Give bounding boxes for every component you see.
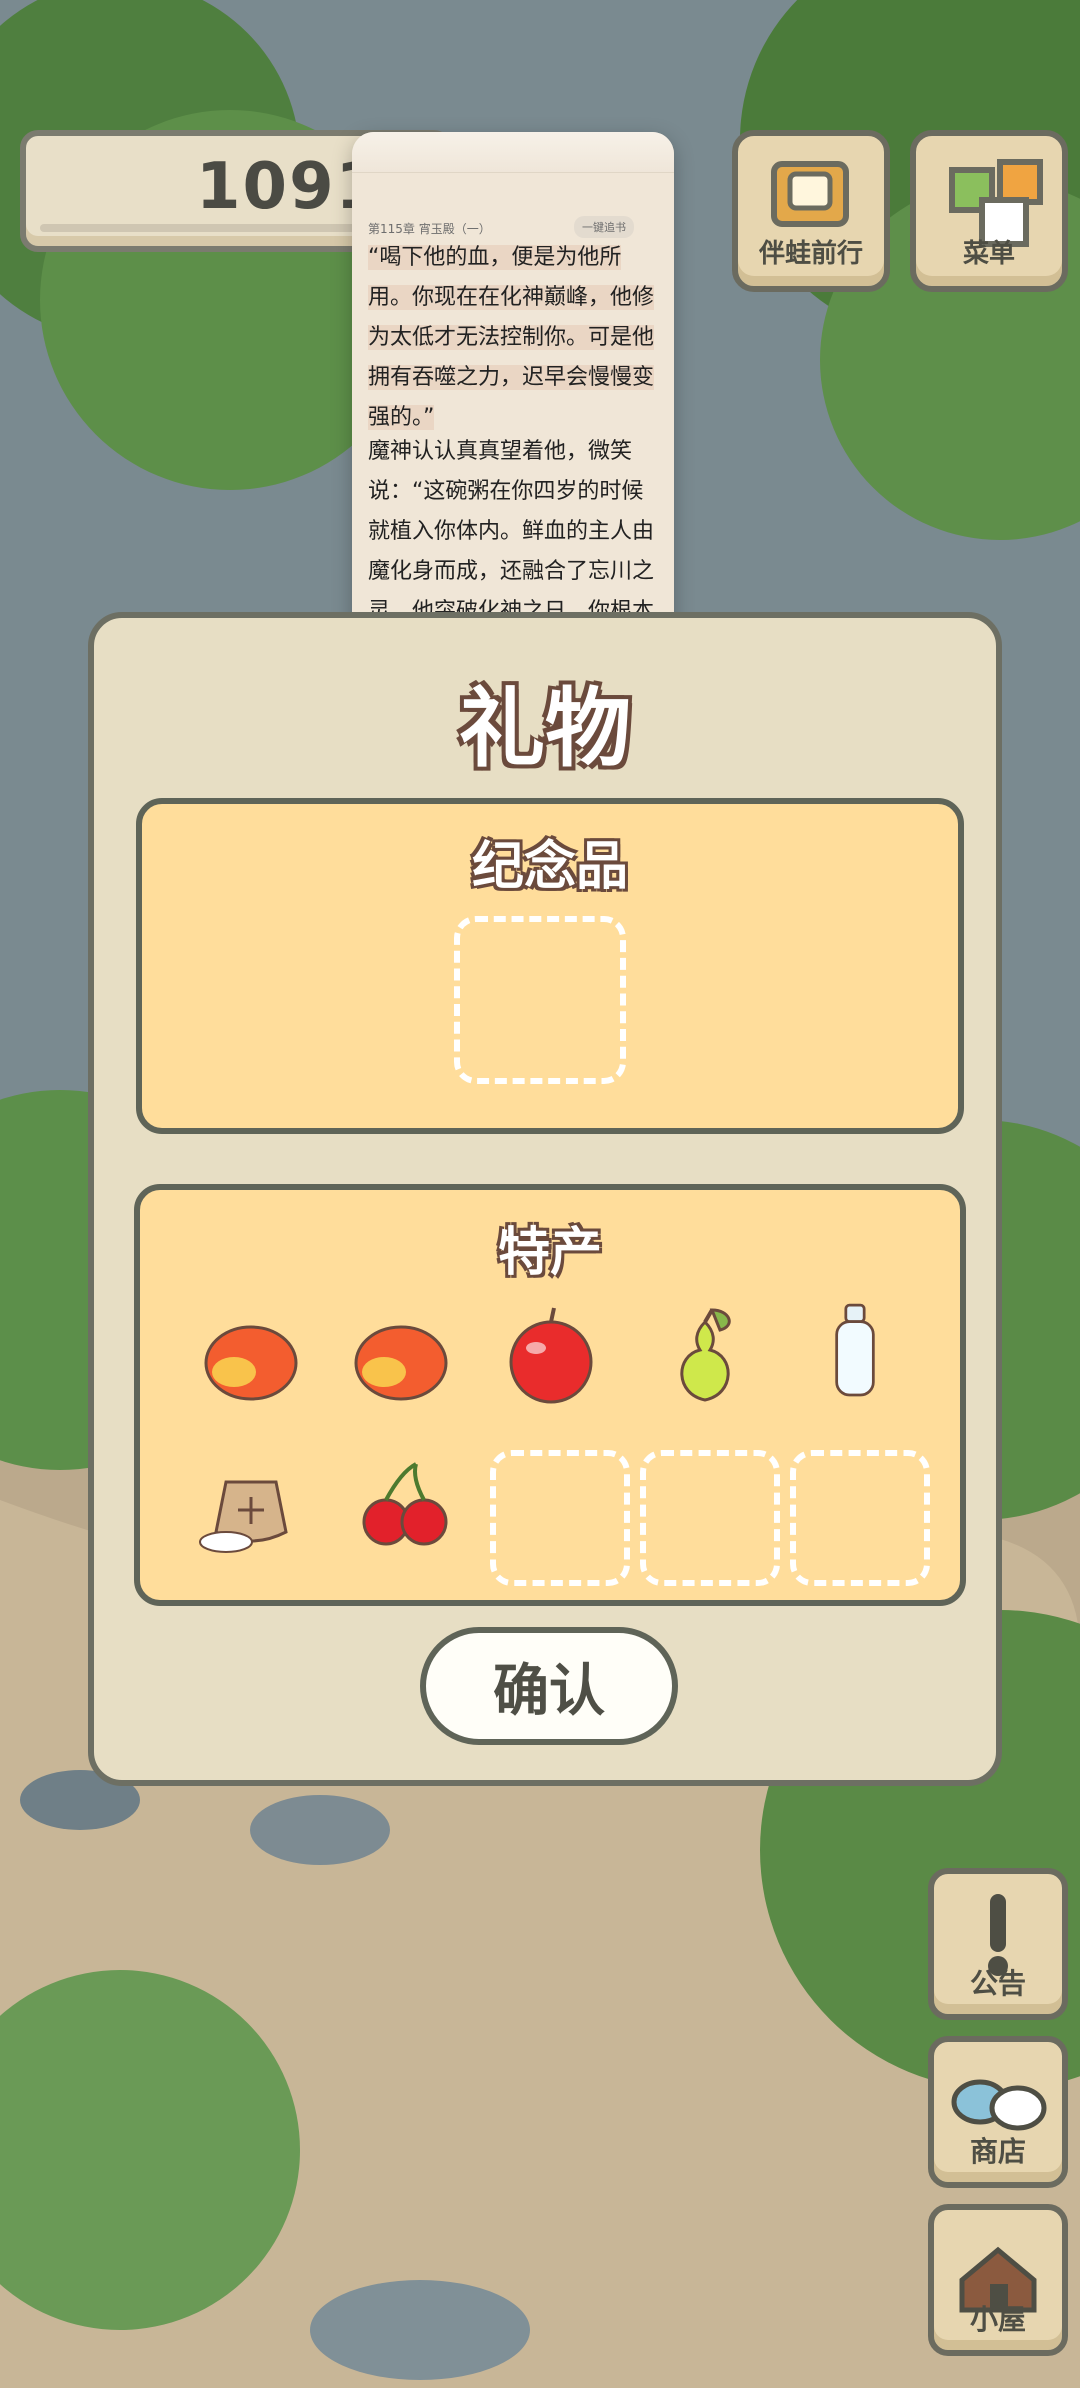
gift-title: 礼物 <box>459 679 631 779</box>
notice-label: 公告 <box>969 1967 1026 2000</box>
reader-paragraph-1: “喝下他的血，便是为他所用。你现在在化神巅峰，他修为太低才无法控制你。可是他拥有… <box>368 238 658 438</box>
house-button[interactable]: 小屋 <box>928 2204 1068 2356</box>
reader-paragraph-2: 魔神认认真真望着他，微笑说：“这碗粥在你四岁的时候就植入你体内。鲜血的主人由魔化… <box>368 432 658 632</box>
specialty-slot[interactable] <box>790 1450 930 1586</box>
reader-overlay[interactable]: 第115章 宵玉殿（一） 一键追书 “喝下他的血，便是为他所用。你现在在化神巅峰… <box>352 132 674 667</box>
menu-button[interactable]: 菜单 <box>910 130 1068 292</box>
chapter-title[interactable]: 第115章 宵玉殿（一） <box>368 220 491 237</box>
shop-button[interactable]: 商店 <box>928 2036 1068 2188</box>
menu-label: 菜单 <box>962 239 1015 269</box>
souvenir-header: 纪念品 <box>471 837 628 897</box>
specialty-slot[interactable] <box>640 1450 780 1586</box>
reader-paragraph-2-text: 魔神认认真真望着他，微笑说：“这碗粥在你四岁的时候就植入你体内。鲜血的主人由魔化… <box>368 439 655 624</box>
accompany-frog-button[interactable]: 伴蛙前行 <box>732 130 890 292</box>
gift-panel: 礼物 纪念品 特产 确认 <box>88 612 1002 1786</box>
mango-icon[interactable] <box>346 1308 456 1418</box>
notice-button[interactable]: 公告 <box>928 1868 1068 2020</box>
specialty-box: 特产 <box>134 1184 966 1606</box>
reader-paragraph-1-text: “喝下他的血，便是为他所用。你现在在化神巅峰，他修为太低才无法控制你。可是他拥有… <box>368 245 655 430</box>
specialty-header: 特产 <box>497 1223 602 1283</box>
souvenir-slot[interactable] <box>454 916 626 1084</box>
rice-sack-icon[interactable] <box>196 1452 306 1562</box>
specialty-slot[interactable] <box>490 1450 630 1586</box>
apple-icon[interactable] <box>496 1302 606 1412</box>
souvenir-box: 纪念品 <box>136 798 964 1134</box>
pear-icon[interactable] <box>650 1302 760 1412</box>
reader-badge[interactable]: 一键追书 <box>574 216 634 238</box>
mango-icon[interactable] <box>196 1308 306 1418</box>
cherries-icon[interactable] <box>346 1452 456 1562</box>
reader-topbar <box>352 132 674 173</box>
confirm-button[interactable]: 确认 <box>420 1627 678 1745</box>
accompany-frog-label: 伴蛙前行 <box>758 239 863 269</box>
bottle-icon[interactable] <box>800 1296 910 1406</box>
house-label: 小屋 <box>969 2303 1026 2336</box>
shop-label: 商店 <box>969 2135 1026 2168</box>
